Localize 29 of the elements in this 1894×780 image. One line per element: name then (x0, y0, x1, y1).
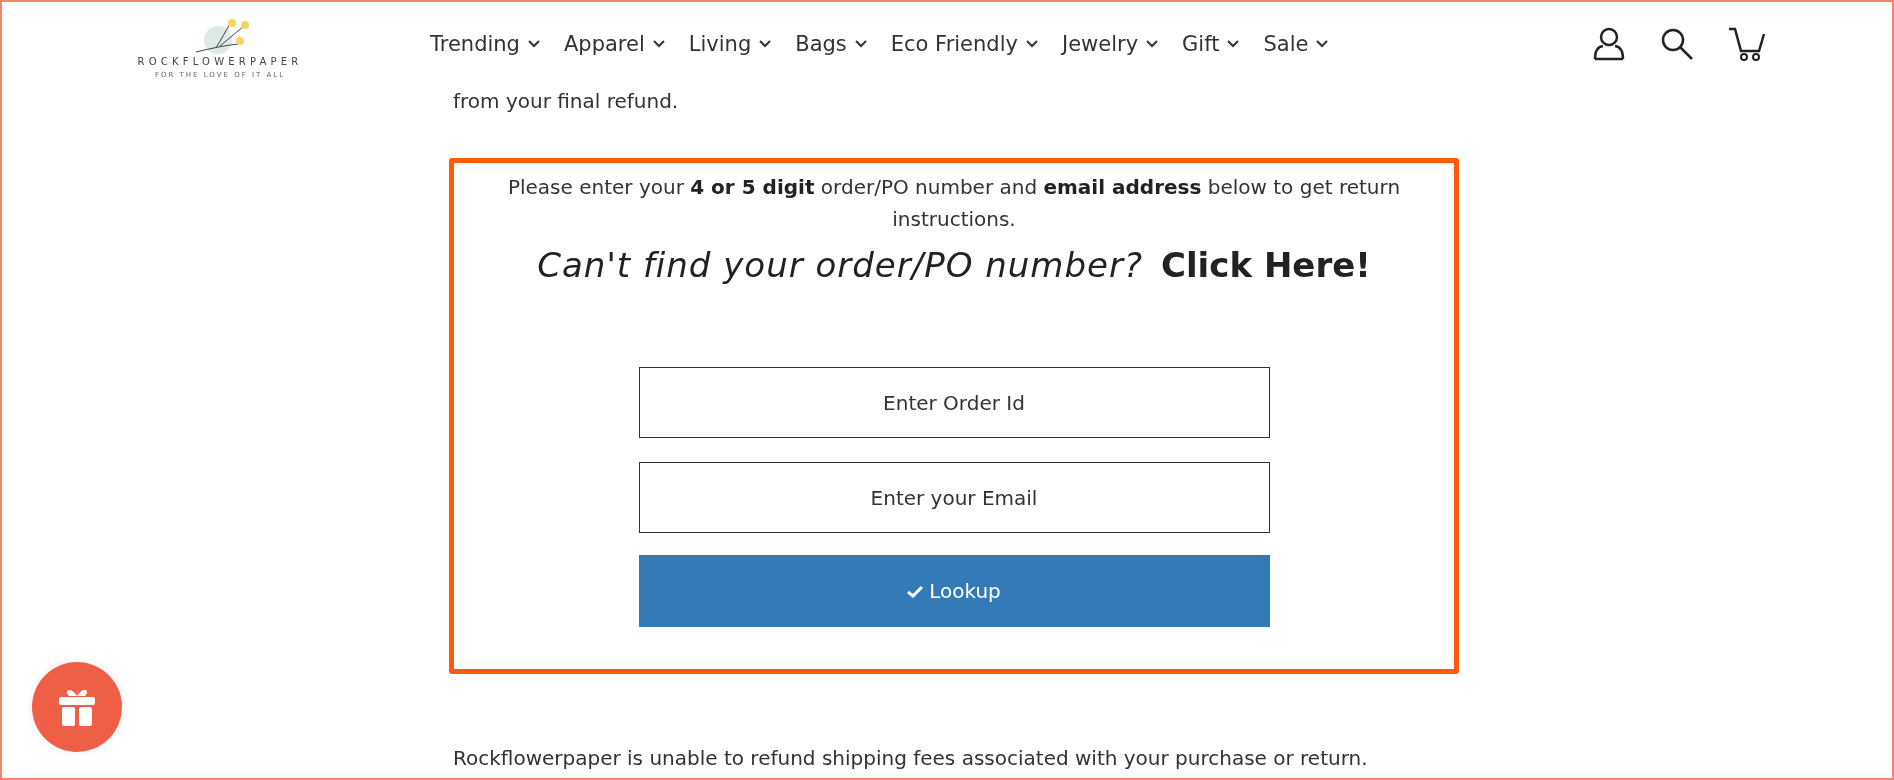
chevron-down-icon (1227, 40, 1240, 48)
checkmark-icon (907, 584, 924, 598)
cart-icon[interactable] (1728, 27, 1766, 61)
search-icon[interactable] (1660, 27, 1694, 61)
click-here-link[interactable]: Click Here! (1161, 245, 1371, 285)
nav-link[interactable]: Gift (1182, 32, 1240, 56)
chevron-down-icon (854, 40, 867, 48)
logo-wordmark[interactable]: ROCKFLOWERPAPER (137, 55, 303, 67)
help-question: Can't find your order/PO number? (537, 245, 1143, 285)
chevron-down-icon (1316, 40, 1329, 48)
input-field[interactable]: Enter Order Id (638, 367, 1270, 438)
nav-link[interactable]: Sale (1263, 32, 1329, 56)
nav-link[interactable]: Living (688, 32, 772, 56)
nav-link[interactable]: Trending (430, 32, 540, 56)
body-text: from your final refund. (453, 90, 680, 112)
nav-link[interactable]: Bags (795, 32, 867, 56)
body-text: Rockflowerpaper is unable to refund shipping fees associated with your purchase or return. (453, 746, 1369, 770)
nav-link[interactable]: Apparel (563, 32, 665, 56)
input-field[interactable]: Enter your Email (638, 462, 1270, 533)
lookup-button[interactable]: Lookup (638, 555, 1270, 627)
instructions-text: Please enter your 4 or 5 digit order/PO number and email address below to get return instructions. (506, 174, 1402, 233)
chevron-down-icon (1025, 40, 1038, 48)
nav-link[interactable]: Eco Friendly (890, 32, 1038, 56)
nav-link[interactable]: Jewelry (1061, 32, 1159, 56)
chevron-down-icon (652, 40, 665, 48)
account-icon[interactable] (1592, 27, 1626, 61)
chevron-down-icon (759, 40, 772, 48)
chevron-down-icon (527, 40, 540, 48)
chevron-down-icon (1146, 40, 1159, 48)
